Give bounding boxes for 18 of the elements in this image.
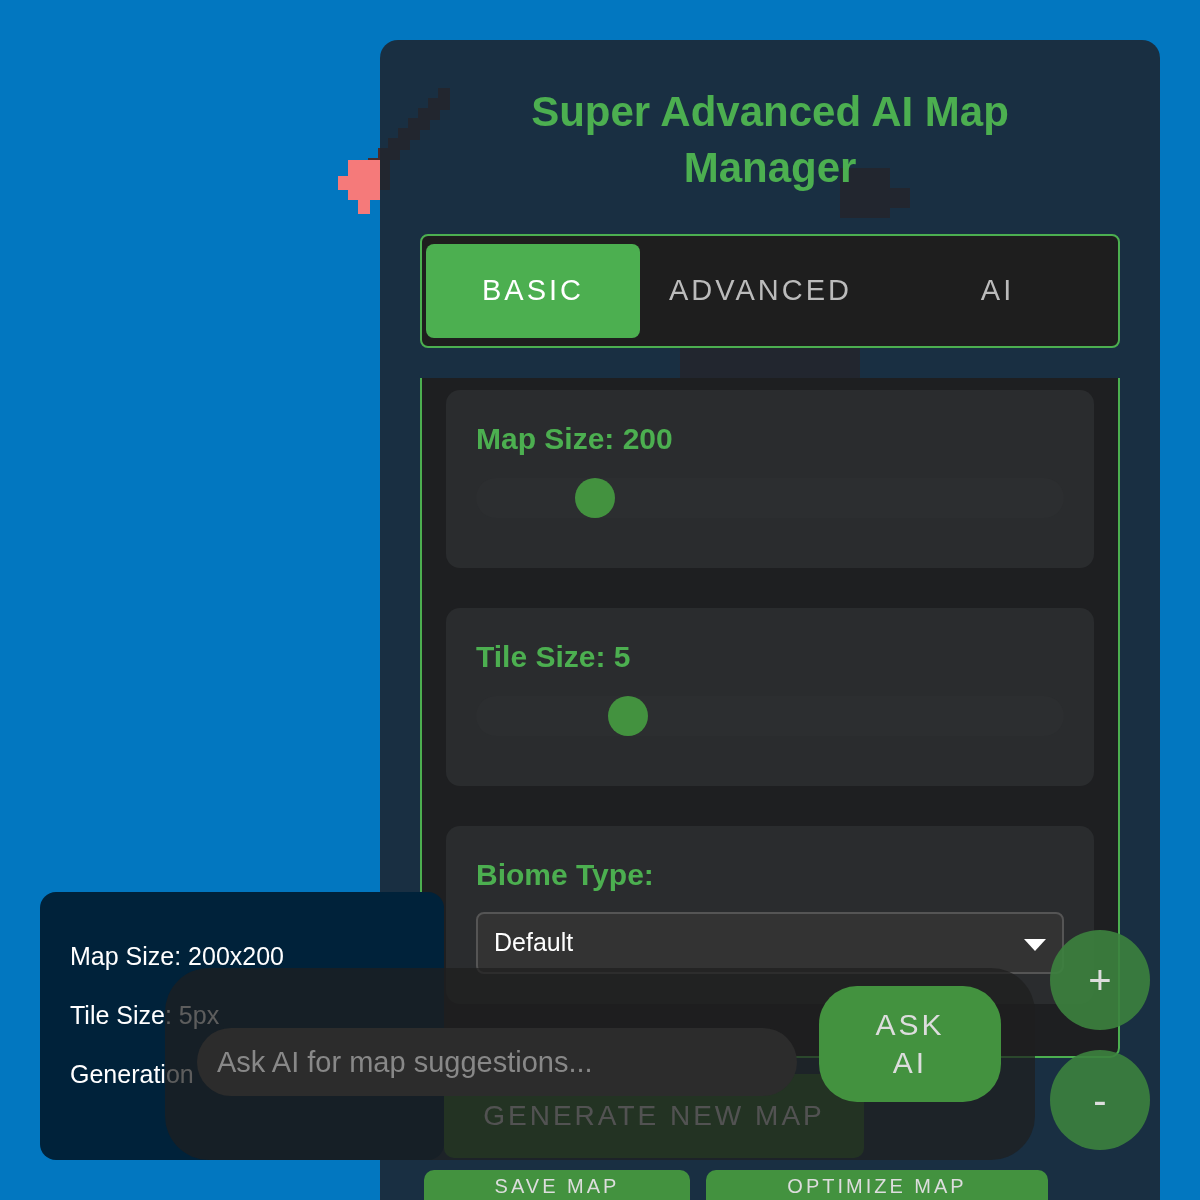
tab[interactable]: ADVANCED [644,244,877,338]
setting-label: Biome Type: [476,857,654,893]
app-title: Super Advanced AI Map Manager [530,87,1010,193]
info-text: Tile Size: 5px [70,1000,220,1030]
ai-prompt-field[interactable]: Ask AI for map suggestions... [197,1028,797,1096]
tab[interactable]: BASIC [426,244,640,338]
ask-ai-button[interactable]: ASK AI [819,986,1001,1102]
slider-thumb[interactable] [574,478,615,518]
setting-label: Map Size: 200 [476,421,673,457]
info-text: Map Size: 200x200 [70,941,285,971]
biome-dropdown[interactable]: Default [476,912,1064,974]
action-button[interactable]: OPTIMIZE MAP [706,1170,1048,1200]
setting-label: Tile Size: 5 [476,639,631,675]
action-button[interactable]: SAVE MAP [424,1170,690,1200]
caret-icon [1024,938,1046,951]
slider-thumb[interactable] [607,696,648,736]
info-text: Generation [70,1059,194,1089]
tab[interactable]: AI [881,244,1114,338]
